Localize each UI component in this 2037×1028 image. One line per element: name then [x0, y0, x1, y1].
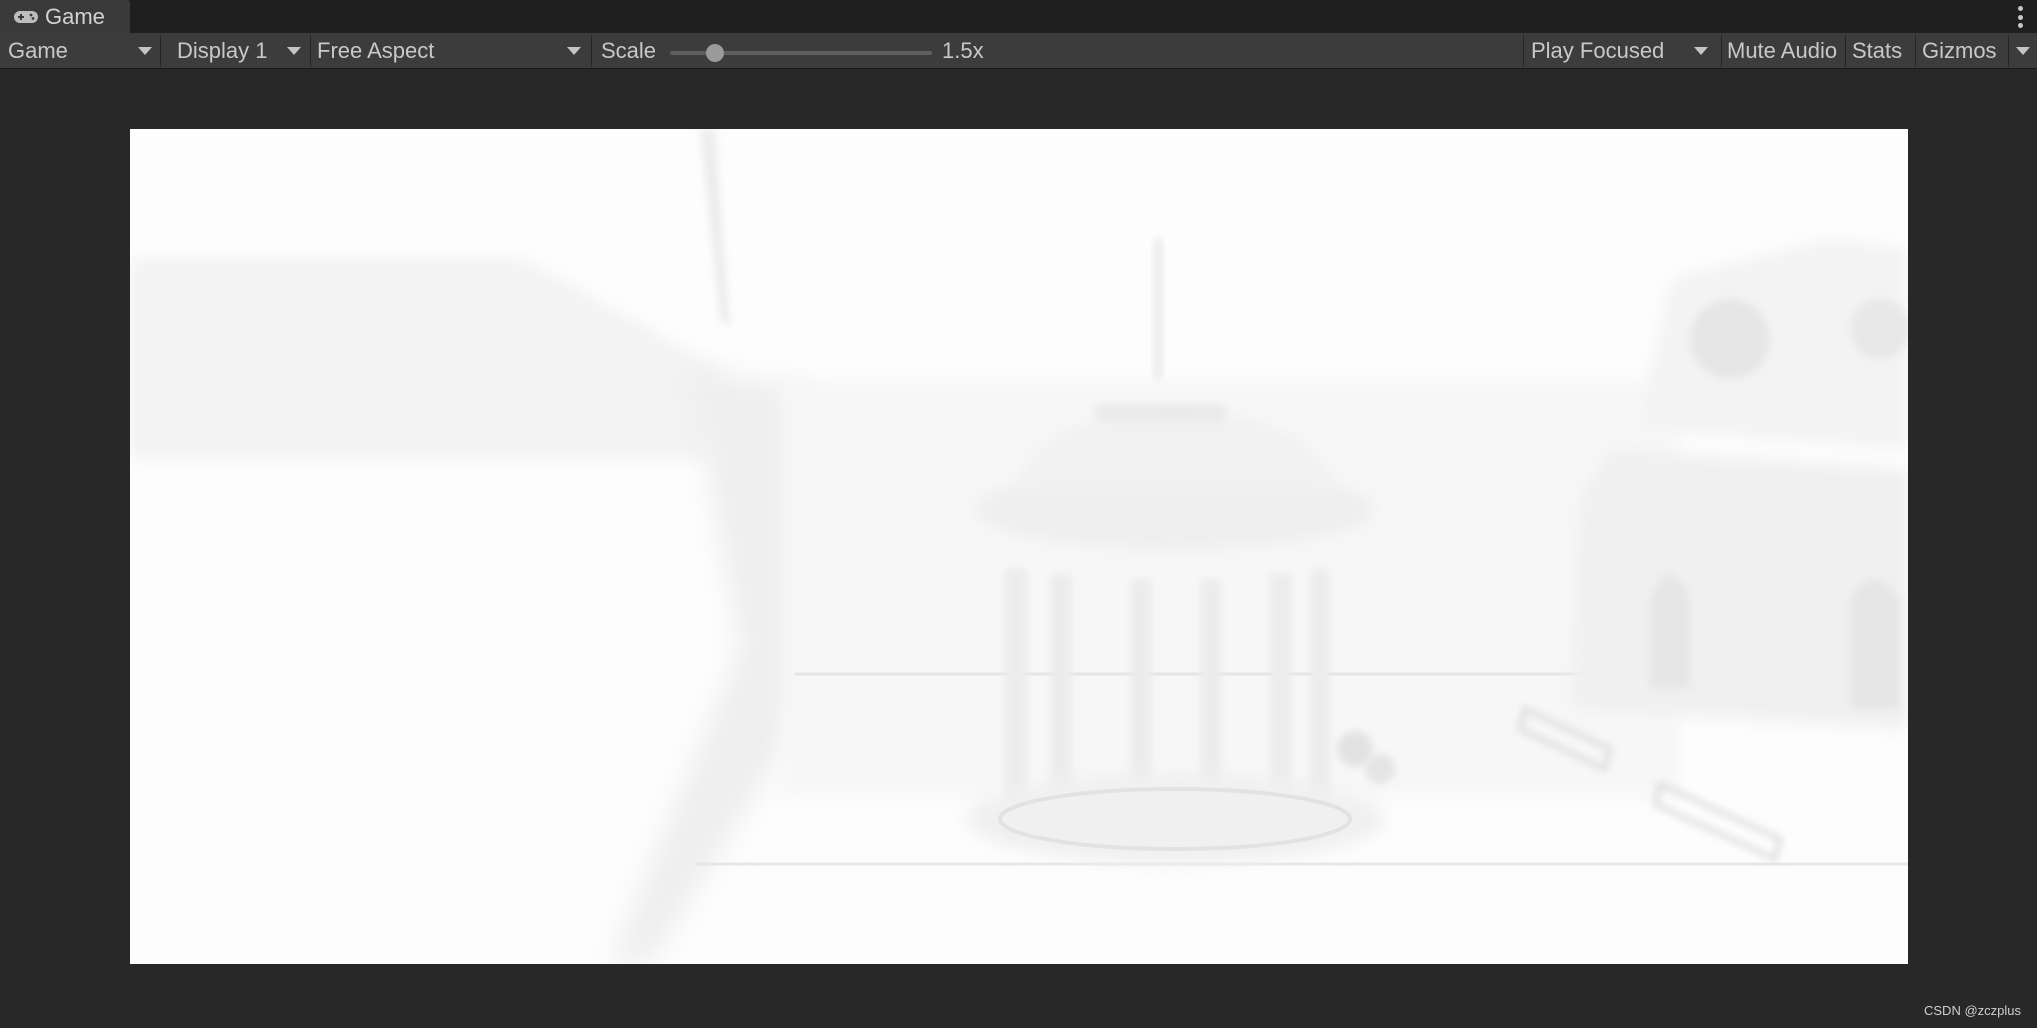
play-mode-dropdown[interactable]: Play Focused — [1524, 33, 1721, 69]
game-toolbar: Game Display 1 Free Aspect Scale 1.5x Pl… — [0, 33, 2037, 69]
chevron-down-icon — [567, 47, 581, 55]
mute-audio-label: Mute Audio — [1727, 38, 1838, 63]
scale-value: 1.5x — [942, 38, 984, 63]
display-dropdown[interactable]: Display 1 — [161, 33, 310, 69]
view-dropdown-label: Game — [8, 38, 68, 63]
chevron-down-icon — [2016, 47, 2030, 55]
watermark: CSDN @zczplus — [1924, 1003, 2021, 1018]
stats-label: Stats — [1852, 38, 1903, 63]
display-dropdown-label: Display 1 — [177, 38, 268, 63]
stats-button[interactable]: Stats — [1846, 33, 1915, 69]
gizmos-label: Gizmos — [1922, 38, 1997, 63]
more-options-icon[interactable] — [2017, 6, 2023, 28]
aspect-dropdown[interactable]: Free Aspect — [311, 33, 591, 69]
chevron-down-icon — [1694, 47, 1708, 55]
chevron-down-icon — [287, 47, 301, 55]
toolbar-divider — [591, 35, 592, 67]
scale-label: Scale — [601, 38, 657, 63]
tab-game[interactable]: Game — [0, 0, 130, 33]
mute-audio-button[interactable]: Mute Audio — [1722, 33, 1845, 69]
gizmos-dropdown[interactable] — [2009, 33, 2037, 69]
tab-label: Game — [45, 3, 105, 29]
aspect-dropdown-label: Free Aspect — [317, 38, 435, 63]
scale-slider-thumb[interactable] — [705, 44, 724, 62]
scene-render — [130, 129, 1908, 964]
gamepad-icon — [14, 10, 38, 23]
window-tab-bar: Game — [0, 0, 2037, 33]
game-render-view[interactable] — [130, 129, 1908, 964]
gizmos-button[interactable]: Gizmos — [1916, 33, 2008, 69]
view-dropdown[interactable]: Game — [0, 33, 160, 69]
play-mode-label: Play Focused — [1531, 38, 1665, 63]
chevron-down-icon — [138, 47, 152, 55]
